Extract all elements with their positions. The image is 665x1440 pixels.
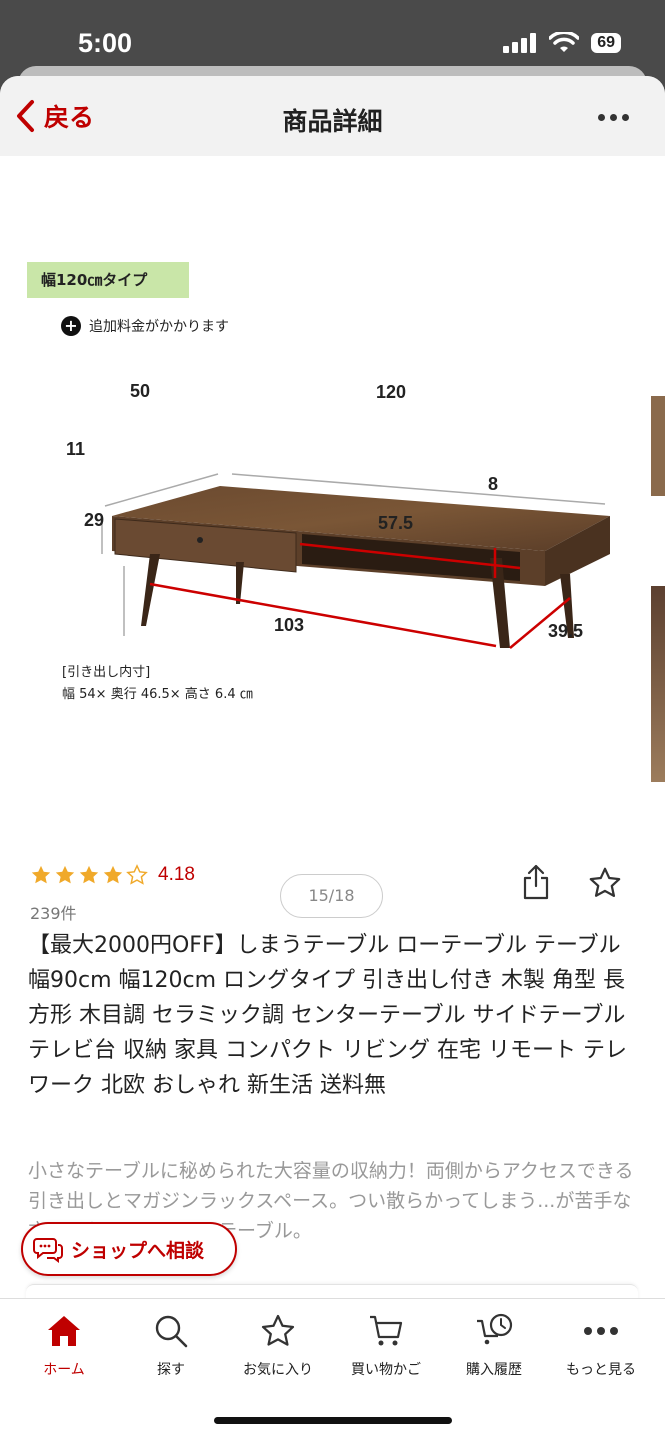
star-icon: [261, 1314, 295, 1346]
search-icon: [155, 1315, 188, 1348]
home-indicator: [214, 1417, 452, 1424]
product-sheet: 戻る 商品詳細 幅120㎝タイプ + 追加料金がかかります 50 120 11 …: [0, 76, 665, 1440]
dimension-leg-span-depth: 39.5: [548, 621, 584, 641]
favorite-button[interactable]: [587, 866, 623, 904]
wifi-icon: [549, 32, 580, 52]
table-illustration: [101, 473, 610, 649]
tab-history-label: 購入履歴: [466, 1362, 522, 1378]
rating-value: 4.18: [158, 864, 195, 885]
extra-fee-note: + 追加料金がかかります: [61, 316, 229, 336]
bottom-tab-bar: ホーム 探す お気に入り 買い物かご 購入履歴 もっと見る: [0, 1298, 665, 1440]
dimension-leg-span-width: 103: [274, 615, 305, 635]
star-outline-icon: [589, 867, 621, 898]
tab-home-label: ホーム: [43, 1362, 85, 1378]
star-filled-icon: [103, 865, 123, 884]
star-filled-icon: [79, 865, 99, 884]
dimension-shelf-width: 57.5: [378, 513, 414, 533]
extra-fee-text: 追加料金がかかります: [89, 319, 229, 335]
dimension-shelf-height: 8: [488, 474, 499, 494]
more-options-icon[interactable]: [598, 114, 629, 121]
star-filled-icon: [31, 865, 51, 884]
image-page-indicator: 15/18: [280, 874, 383, 918]
tab-favorites[interactable]: お気に入り: [223, 1311, 333, 1379]
dimension-top-thickness: 11: [66, 439, 86, 459]
tab-more-label: もっと見る: [566, 1362, 636, 1378]
tab-home[interactable]: ホーム: [9, 1311, 119, 1379]
product-title: 【最大2000円OFF】しまうテーブル ローテーブル テーブル 幅90cm 幅1…: [28, 933, 627, 1098]
share-button[interactable]: [522, 864, 550, 904]
drawer-caption: [引き出し内寸] 幅 54× 奥行 46.5× 高さ 6.4 ㎝: [62, 662, 253, 706]
rating-stars: [30, 864, 148, 886]
nav-bar: 戻る 商品詳細: [0, 76, 665, 156]
chat-bubble-icon: [33, 1238, 63, 1263]
history-icon: [477, 1313, 513, 1345]
tab-cart-label: 買い物かご: [351, 1362, 421, 1378]
drawer-caption-size: 幅 54× 奥行 46.5× 高さ 6.4 ㎝: [62, 687, 253, 702]
plus-circle-icon: +: [61, 316, 81, 336]
size-tag: 幅120㎝タイプ: [27, 262, 189, 298]
drawer-caption-heading: [引き出し内寸]: [62, 665, 151, 680]
tab-favorites-label: お気に入り: [243, 1362, 313, 1378]
dimension-leg-height: 29: [84, 510, 105, 530]
consult-shop-label: ショップへ相談: [71, 1239, 205, 1262]
home-icon: [48, 1316, 80, 1346]
product-image-gallery[interactable]: 幅120㎝タイプ + 追加料金がかかります 50 120 11 29 8 57.…: [0, 156, 665, 918]
tab-cart[interactable]: 買い物かご: [331, 1311, 441, 1379]
review-count[interactable]: 239件: [30, 900, 77, 924]
signal-icon: [503, 33, 537, 53]
dimension-width: 120: [376, 382, 407, 402]
status-icons: 69: [503, 32, 621, 54]
tab-search-label: 探す: [157, 1362, 185, 1378]
star-filled-icon: [55, 865, 75, 884]
battery-indicator: 69: [591, 33, 621, 53]
more-icon: [584, 1327, 618, 1335]
page-title: 商品詳細: [282, 107, 383, 136]
share-icon: [523, 864, 549, 900]
star-empty-icon: [126, 864, 148, 885]
next-image-peek-lower: [651, 586, 665, 782]
next-image-peek: [651, 396, 665, 496]
status-time: 5:00: [78, 28, 133, 58]
tab-history[interactable]: 購入履歴: [439, 1311, 549, 1379]
consult-shop-button[interactable]: ショップへ相談: [21, 1222, 237, 1276]
tab-more[interactable]: もっと見る: [546, 1311, 656, 1379]
rating-row[interactable]: 4.18: [30, 864, 195, 886]
dimension-depth: 50: [130, 381, 151, 401]
cart-icon: [370, 1315, 403, 1346]
tab-search[interactable]: 探す: [116, 1311, 226, 1379]
